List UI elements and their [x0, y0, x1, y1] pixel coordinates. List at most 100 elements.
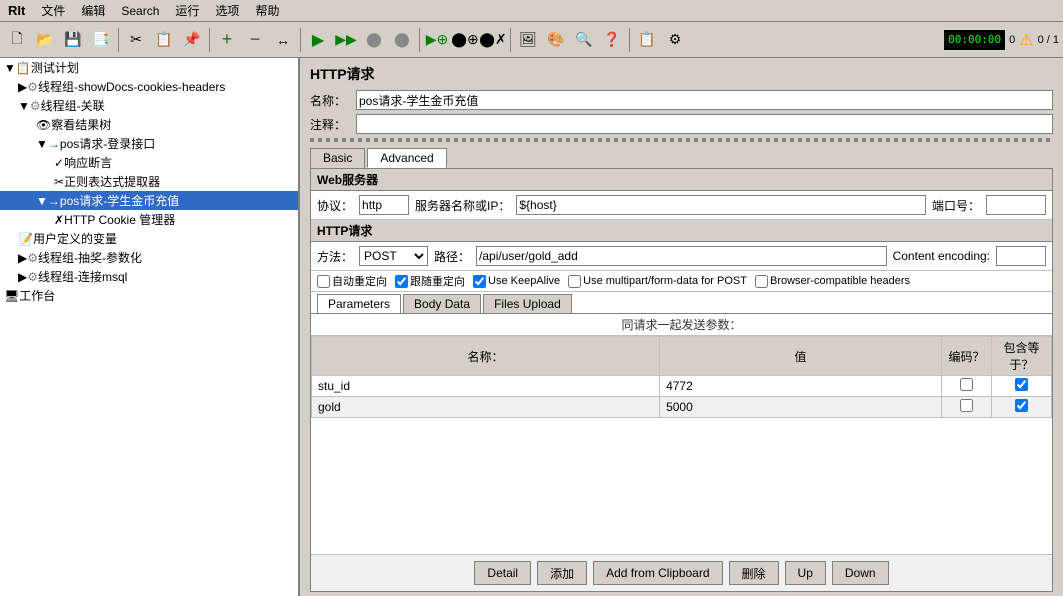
tree-icon: 👁 — [36, 118, 51, 132]
tree-item-showdocs[interactable]: ▶ ⚙ 线程组-showDocs-cookies-headers — [0, 77, 298, 96]
cb-follow-redirect[interactable]: 跟随重定向 — [395, 273, 465, 289]
row2-encode[interactable] — [942, 397, 992, 418]
toolbar-help-btn[interactable]: ❓ — [599, 27, 625, 53]
tree-item-cookie[interactable]: ✗ HTTP Cookie 管理器 — [0, 210, 298, 229]
tree-item-regex[interactable]: ✂ 正则表达式提取器 — [0, 172, 298, 191]
cb-keepalive-input[interactable] — [473, 275, 486, 288]
tree-item-testplan[interactable]: ▼ 📋 测试计划 — [0, 58, 298, 77]
tree-label: pos请求-登录接口 — [60, 135, 155, 152]
tree-label: HTTP Cookie 管理器 — [64, 211, 175, 228]
menu-file[interactable]: 文件 — [37, 1, 69, 20]
tree-icon: 📝 — [18, 232, 33, 246]
toolbar-search-btn[interactable]: 🔍 — [571, 27, 597, 53]
toolbar-remove-btn[interactable]: − — [242, 27, 268, 53]
tree-item-results[interactable]: 👁 察看结果树 — [0, 115, 298, 134]
toolbar-function-btn[interactable]: ⚙ — [662, 27, 688, 53]
tree-icon: → — [48, 137, 60, 151]
tab-basic[interactable]: Basic — [310, 148, 365, 168]
path-input[interactable] — [476, 246, 887, 266]
toolbar-copy-btn[interactable]: 📋 — [151, 27, 177, 53]
toolbar-cut-btn[interactable]: ✂ — [123, 27, 149, 53]
toolbar-remote-start-btn[interactable]: ▶⊕ — [424, 27, 450, 53]
http-request-header: HTTP请求 — [311, 220, 1052, 242]
tree-label: 工作台 — [19, 287, 55, 304]
toolbar-open-btn[interactable]: 📂 — [32, 27, 58, 53]
cb-multipart-input[interactable] — [568, 275, 581, 288]
menu-edit[interactable]: 编辑 — [77, 1, 109, 20]
toolbar-save-btn[interactable]: 💾 — [60, 27, 86, 53]
tree-item-mysql[interactable]: ▶ ⚙ 线程组-连接msql — [0, 267, 298, 286]
toolbar-expand-btn[interactable]: ↔ — [270, 27, 296, 53]
toolbar-log-btn[interactable]: 📋 — [634, 27, 660, 53]
inner-tab-parameters[interactable]: Parameters — [317, 294, 401, 313]
expand-icon: ▶ — [18, 80, 27, 94]
cb-multipart[interactable]: Use multipart/form-data for POST — [568, 275, 747, 288]
method-select[interactable]: POST GET PUT DELETE — [359, 246, 428, 266]
toolbar-start-btn[interactable]: ▶ — [305, 27, 331, 53]
menu-run[interactable]: 运行 — [171, 1, 203, 20]
tree-item-gold[interactable]: ▼ → pos请求-学生金币充值 — [0, 191, 298, 210]
toolbar-saveas-btn[interactable]: 📑 — [88, 27, 114, 53]
tree-item-login[interactable]: ▼ → pos请求-登录接口 — [0, 134, 298, 153]
server-input[interactable] — [516, 195, 926, 215]
port-input[interactable] — [986, 195, 1046, 215]
tree-icon: ✂ — [54, 175, 64, 189]
toolbar-remote-stop-btn[interactable]: ⬤⊕ — [452, 27, 478, 53]
protocol-label: 协议： — [317, 197, 353, 214]
menu-help[interactable]: 帮助 — [251, 1, 283, 20]
tree-item-uservar[interactable]: 📝 用户定义的变量 — [0, 229, 298, 248]
cb-browser-compat[interactable]: Browser-compatible headers — [755, 275, 910, 288]
name-input[interactable] — [356, 90, 1053, 110]
content-area: Web服务器 协议： 服务器名称或IP： 端口号： HTTP请求 方法： POS… — [310, 168, 1053, 592]
tree-item-assert[interactable]: ✓ 响应断言 — [0, 153, 298, 172]
inner-tab-filesupload[interactable]: Files Upload — [483, 294, 572, 313]
tree-item-lottery[interactable]: ▶ ⚙ 线程组-抽奖-参数化 — [0, 248, 298, 267]
toolbar-startno-btn[interactable]: ▶▶ — [333, 27, 359, 53]
comment-input[interactable] — [356, 114, 1053, 134]
toolbar-shutdown-btn[interactable]: ⬤ — [389, 27, 415, 53]
delete-button[interactable]: 删除 — [729, 561, 779, 585]
col-include: 包含等于？ — [992, 337, 1052, 376]
down-button[interactable]: Down — [832, 561, 889, 585]
row2-encode-cb[interactable] — [960, 399, 973, 412]
tree-icon: ⚙ — [27, 80, 38, 94]
row1-include[interactable] — [992, 376, 1052, 397]
inner-tab-bodydata[interactable]: Body Data — [403, 294, 481, 313]
row2-include-cb[interactable] — [1015, 399, 1028, 412]
toolbar-paste-btn[interactable]: 📌 — [179, 27, 205, 53]
toolbar-clearall-btn[interactable]: 🎨 — [543, 27, 569, 53]
cb-multipart-label: Use multipart/form-data for POST — [583, 275, 747, 287]
cb-auto-redirect-input[interactable] — [317, 275, 330, 288]
toolbar-stop-btn[interactable]: ⬤ — [361, 27, 387, 53]
menu-options[interactable]: 选项 — [211, 1, 243, 20]
row2-include[interactable] — [992, 397, 1052, 418]
row1-include-cb[interactable] — [1015, 378, 1028, 391]
col-encode: 编码？ — [942, 337, 992, 376]
tree-item-workbench[interactable]: 🖥 工作台 — [0, 286, 298, 305]
tree-icon: ✗ — [54, 213, 64, 227]
detail-button[interactable]: Detail — [474, 561, 531, 585]
toolbar-add-btn[interactable]: + — [214, 27, 240, 53]
toolbar-clear-btn[interactable]: 🖼 — [515, 27, 541, 53]
menu-search[interactable]: Search — [117, 3, 163, 19]
tree-label: 察看结果树 — [51, 116, 111, 133]
toolbar-new-btn[interactable]: 🗋 — [4, 27, 30, 53]
tab-advanced[interactable]: Advanced — [367, 148, 446, 168]
tree-label: 测试计划 — [31, 59, 79, 76]
row1-value: 4772 — [660, 376, 942, 397]
cb-browser-compat-input[interactable] — [755, 275, 768, 288]
cb-keepalive[interactable]: Use KeepAlive — [473, 275, 560, 288]
up-button[interactable]: Up — [785, 561, 826, 585]
cb-follow-redirect-input[interactable] — [395, 275, 408, 288]
encoding-input[interactable] — [996, 246, 1046, 266]
toolbar-remote-exit-btn[interactable]: ⬤✗ — [480, 27, 506, 53]
protocol-input[interactable] — [359, 195, 409, 215]
tree-item-thread-assoc[interactable]: ▼ ⚙ 线程组-关联 — [0, 96, 298, 115]
add-clipboard-button[interactable]: Add from Clipboard — [593, 561, 722, 585]
cb-auto-redirect[interactable]: 自动重定向 — [317, 273, 387, 289]
row1-encode[interactable] — [942, 376, 992, 397]
tree-label: 线程组-关联 — [41, 97, 105, 114]
row1-encode-cb[interactable] — [960, 378, 973, 391]
web-server-section: 协议： 服务器名称或IP： 端口号： — [311, 191, 1052, 220]
add-button[interactable]: 添加 — [537, 561, 587, 585]
